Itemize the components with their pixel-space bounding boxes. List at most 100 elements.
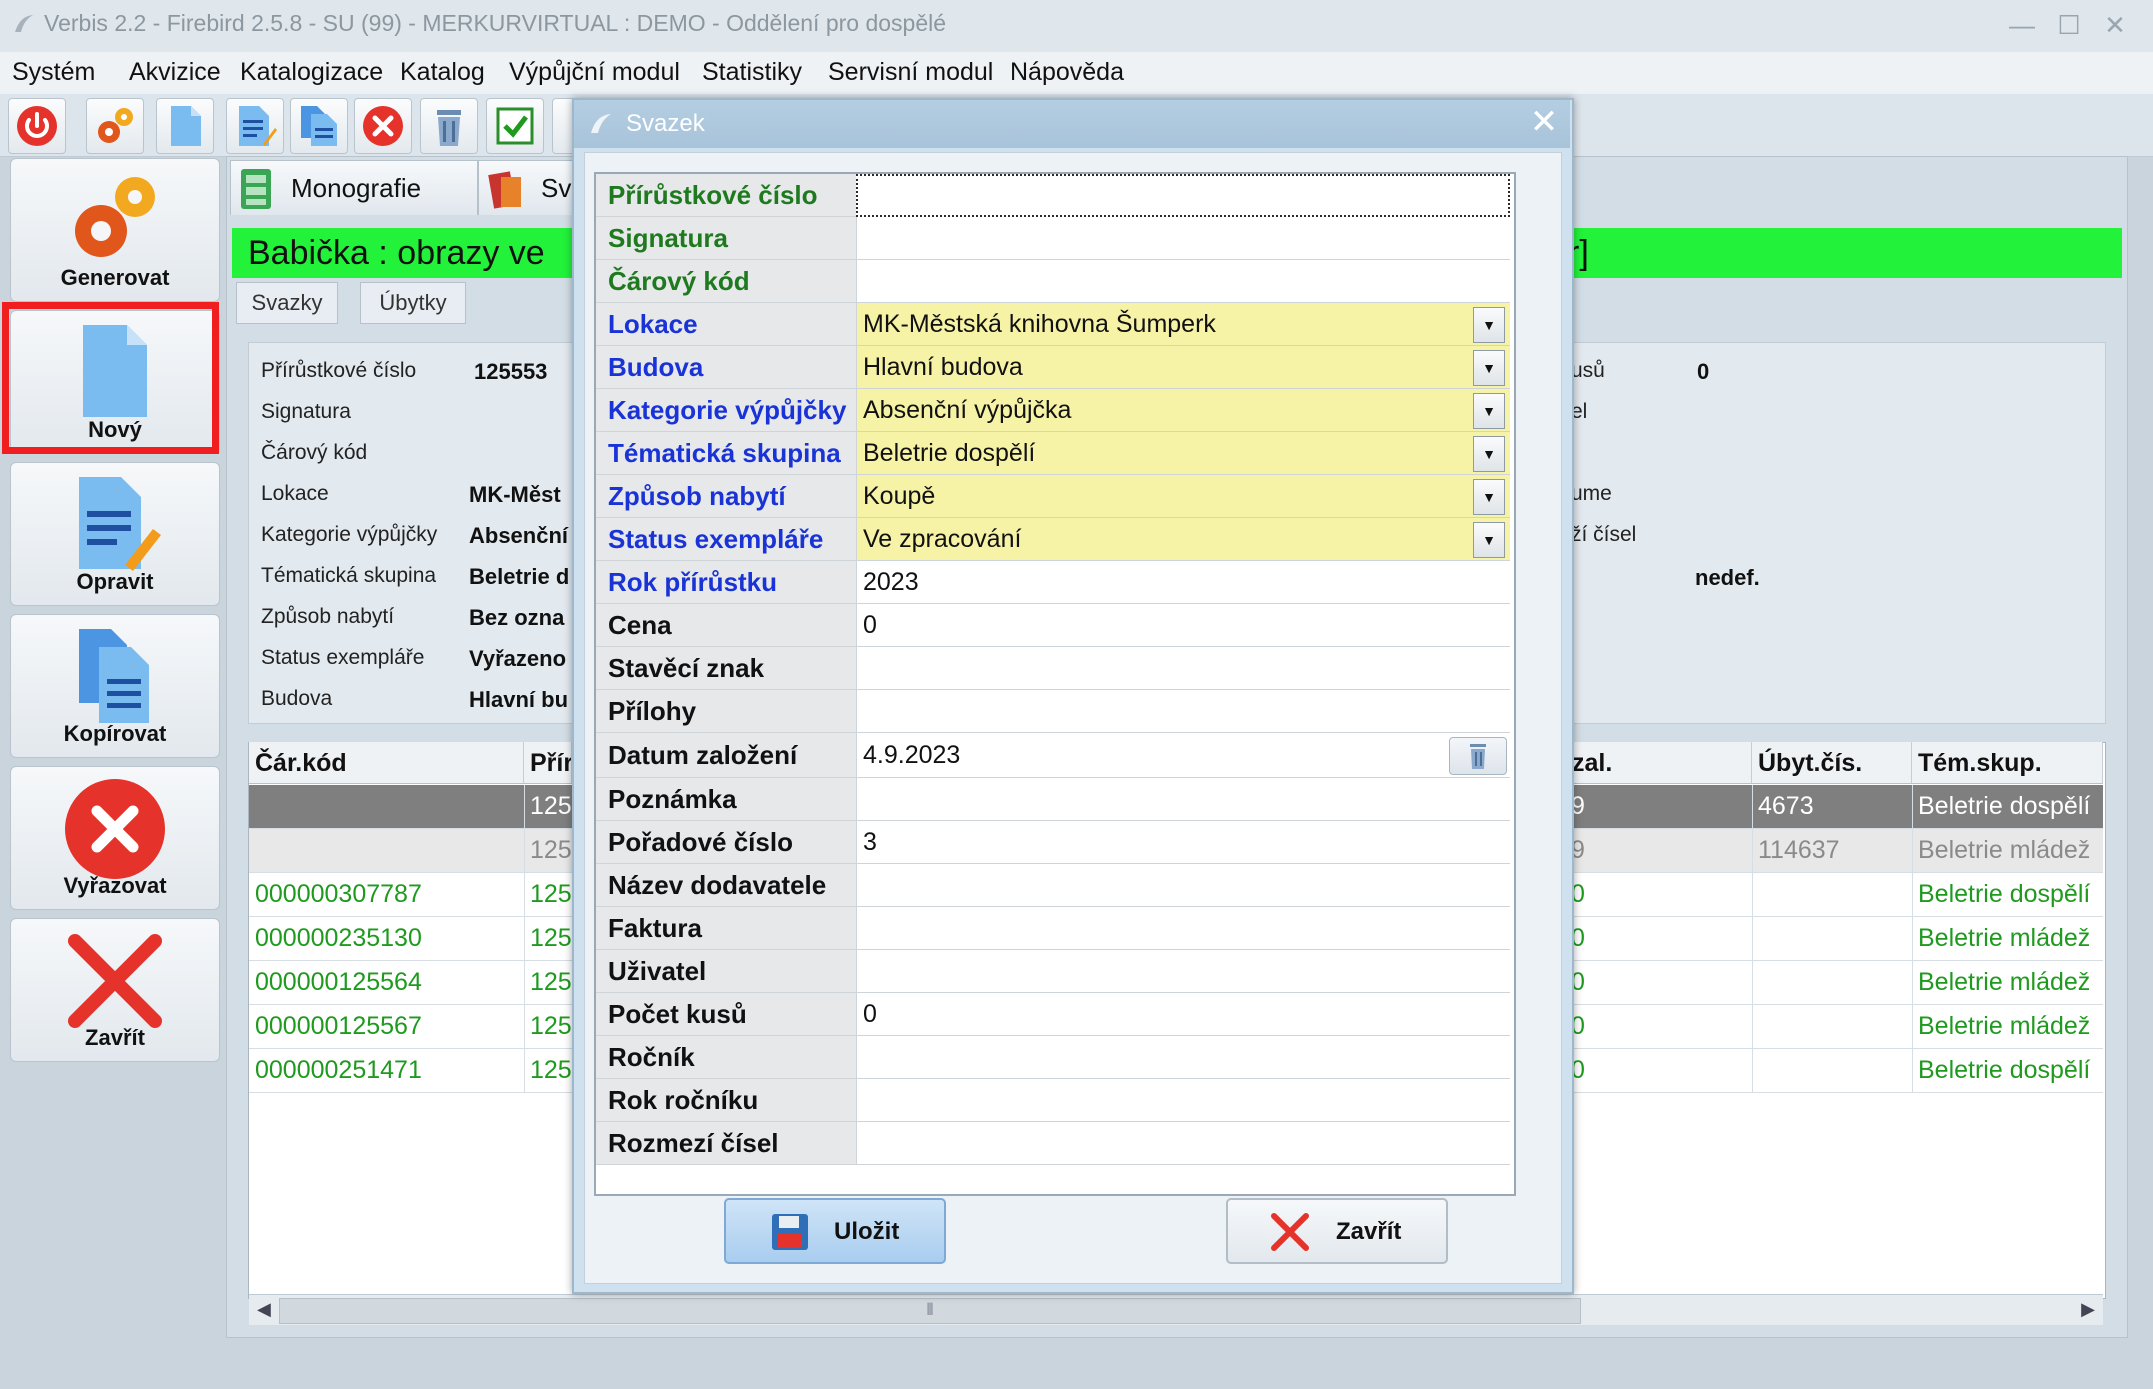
- copy-label: Kopírovat: [63, 721, 167, 746]
- menu-service[interactable]: Servisní modul: [828, 58, 993, 87]
- field-label: Poznámka: [596, 778, 856, 821]
- field-input[interactable]: 0: [856, 993, 1510, 1036]
- cell-loss-number: 114637: [1758, 836, 1840, 864]
- field-label: Způsob nabytí: [596, 475, 856, 518]
- col-header-accession[interactable]: Přír: [524, 742, 572, 784]
- cell-created: 0: [1571, 880, 1585, 908]
- field-value: 2023: [863, 568, 919, 596]
- col-header-loss-number[interactable]: Úbyt.čís.: [1752, 742, 1912, 784]
- field-input[interactable]: 2023: [856, 561, 1510, 604]
- menu-help[interactable]: Nápověda: [1010, 58, 1124, 87]
- field-select[interactable]: Hlavní budova ▼: [856, 346, 1510, 389]
- field-select[interactable]: MK-Městská knihovna Šumperk ▼: [856, 303, 1510, 346]
- field-input[interactable]: [856, 907, 1510, 950]
- field-input[interactable]: [856, 217, 1510, 260]
- menu-circulation[interactable]: Výpůjční modul: [509, 58, 680, 87]
- tab-monographs[interactable]: Monografie: [230, 160, 478, 215]
- delete-toolbar-button[interactable]: [354, 98, 412, 154]
- field-input[interactable]: [856, 260, 1510, 303]
- confirm-toolbar-button[interactable]: [486, 98, 544, 154]
- column-divider: [524, 829, 525, 872]
- field-value: Hlavní budova: [863, 353, 1023, 381]
- col-header-created[interactable]: zal.: [1566, 742, 1752, 784]
- power-icon: [17, 106, 57, 146]
- cell-created: 0: [1571, 1012, 1585, 1040]
- tab-monographs-label: Monografie: [291, 173, 422, 203]
- generate-button[interactable]: Generovat: [10, 158, 220, 302]
- clear-date-trash-icon[interactable]: [1449, 737, 1507, 775]
- power-button[interactable]: [8, 98, 66, 154]
- delete-icon: [363, 106, 403, 146]
- col-header-thematic-group[interactable]: Tém.skup.: [1912, 742, 2103, 784]
- scroll-thumb[interactable]: ⦀: [279, 1298, 1581, 1324]
- field-value: 3: [863, 828, 877, 856]
- field-input[interactable]: [856, 690, 1510, 733]
- field-input[interactable]: 0: [856, 604, 1510, 647]
- field-input[interactable]: [856, 1036, 1510, 1079]
- menu-catalog[interactable]: Katalog: [400, 58, 485, 87]
- chevron-down-icon[interactable]: ▼: [1473, 522, 1505, 558]
- field-input[interactable]: 4.9.2023: [856, 733, 1510, 778]
- dialog-close-button[interactable]: Zavřít: [1226, 1198, 1448, 1264]
- chevron-down-icon[interactable]: ▼: [1473, 350, 1505, 386]
- field-input[interactable]: [856, 1079, 1510, 1122]
- discard-label: Vyřazovat: [63, 873, 167, 898]
- menu-statistics[interactable]: Statistiky: [702, 58, 802, 87]
- field-input[interactable]: [856, 174, 1510, 217]
- detail-value: nedef.: [1695, 565, 1760, 590]
- tab-volumes[interactable]: Svazky: [236, 282, 338, 324]
- field-input[interactable]: [856, 864, 1510, 907]
- field-input[interactable]: [856, 950, 1510, 993]
- dialog-close-icon[interactable]: ✕: [1524, 102, 1564, 142]
- detail-label: Kategorie výpůjčky: [261, 523, 438, 546]
- menu-system[interactable]: Systém: [12, 58, 95, 87]
- edit-toolbar-button[interactable]: [226, 98, 284, 154]
- tab-second-label: Sv: [541, 173, 572, 203]
- close-button[interactable]: Zavřít: [10, 918, 220, 1062]
- maximize-icon[interactable]: ☐: [2052, 8, 2086, 42]
- field-input[interactable]: [856, 647, 1510, 690]
- close-window-icon[interactable]: ✕: [2098, 8, 2132, 42]
- field-select[interactable]: Ve zpracování ▼: [856, 518, 1510, 561]
- column-divider: [524, 1049, 525, 1092]
- copy-toolbar-button[interactable]: [290, 98, 348, 154]
- save-button[interactable]: Uložit: [724, 1198, 946, 1264]
- field-select[interactable]: Beletrie dospělí ▼: [856, 432, 1510, 475]
- field-value: Absenční výpůjčka: [863, 396, 1072, 424]
- cell-accession: 125: [530, 1056, 572, 1084]
- menu-cataloging[interactable]: Katalogizace: [240, 58, 383, 87]
- field-select[interactable]: Koupě ▼: [856, 475, 1510, 518]
- chevron-down-icon[interactable]: ▼: [1473, 393, 1505, 429]
- column-divider: [1912, 829, 1913, 872]
- col-header-barcode[interactable]: Čár.kód: [249, 742, 524, 784]
- menu-acquisition[interactable]: Akvizice: [129, 58, 221, 87]
- tab-losses[interactable]: Úbytky: [360, 282, 466, 324]
- field-label: Rok přírůstku: [596, 561, 856, 604]
- new-toolbar-button[interactable]: [156, 98, 214, 154]
- scroll-left-icon[interactable]: ◀: [257, 1299, 271, 1320]
- horizontal-scrollbar[interactable]: ◀ ⦀ ▶: [249, 1294, 2103, 1325]
- chevron-down-icon[interactable]: ▼: [1473, 479, 1505, 515]
- field-input[interactable]: 3: [856, 821, 1510, 864]
- trash-toolbar-button[interactable]: [420, 98, 478, 154]
- chevron-down-icon[interactable]: ▼: [1473, 307, 1505, 343]
- tab-second[interactable]: Sv: [478, 160, 576, 215]
- generate-toolbar-button[interactable]: [86, 98, 144, 154]
- edit-document-icon: [79, 477, 161, 571]
- minimize-icon[interactable]: —: [2005, 8, 2039, 42]
- field-input[interactable]: [856, 1122, 1510, 1165]
- detail-label: Signatura: [261, 400, 351, 423]
- checkmark-icon: [496, 107, 534, 145]
- field-input[interactable]: [856, 778, 1510, 821]
- chevron-down-icon[interactable]: ▼: [1473, 436, 1505, 472]
- discard-button[interactable]: Vyřazovat: [10, 766, 220, 910]
- column-divider: [1752, 917, 1753, 960]
- edit-button[interactable]: Opravit: [10, 462, 220, 606]
- detail-label: Budova: [261, 687, 333, 710]
- copy-button[interactable]: Kopírovat: [10, 614, 220, 758]
- field-value: 0: [863, 1000, 877, 1028]
- column-divider: [1912, 1005, 1913, 1048]
- scroll-right-icon[interactable]: ▶: [2081, 1299, 2095, 1320]
- save-label: Uložit: [834, 1218, 900, 1245]
- field-select[interactable]: Absenční výpůjčka ▼: [856, 389, 1510, 432]
